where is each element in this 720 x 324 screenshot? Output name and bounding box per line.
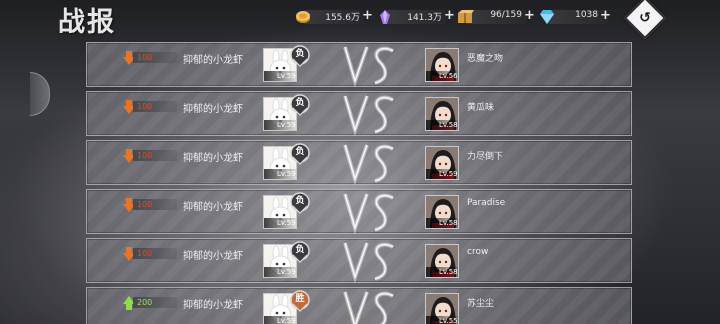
opponent-name: 黄瓜味: [467, 103, 495, 113]
opponent-name: 恶魔之吻: [467, 54, 504, 64]
opponent-avatar[interactable]: Lv.55: [425, 293, 459, 324]
result-badge: 负: [289, 45, 311, 67]
opponent-level: Lv.56: [426, 71, 458, 81]
crystal-value: 141.3万: [407, 13, 442, 23]
player-level: Lv.59: [264, 316, 296, 324]
stamina-value: 96/159: [490, 10, 522, 20]
rank-delta-value: 100: [137, 53, 153, 62]
player-level: Lv.59: [264, 169, 296, 179]
battle-row[interactable]: 100 抑郁的小龙虾 Lv.59 负 Lv.59 力尽倒下: [86, 140, 632, 186]
opponent-avatar[interactable]: Lv.59: [425, 146, 459, 180]
return-button[interactable]: ↺: [623, 0, 667, 40]
opponent-level: Lv.59: [426, 169, 458, 179]
battle-row[interactable]: 100 抑郁的小龙虾 Lv.59 负 Lv.58 黄瓜味: [86, 91, 632, 137]
opponent-level: Lv.55: [426, 316, 458, 324]
player-level: Lv.59: [264, 71, 296, 81]
result-text: 胜: [295, 294, 305, 304]
opponent-avatar[interactable]: Lv.58: [425, 244, 459, 278]
gold-resource[interactable]: 155.6万 +: [294, 8, 374, 26]
blue-diamond-icon: [538, 8, 556, 26]
vs-emblem-icon: [343, 144, 395, 186]
crystal-resource[interactable]: 141.3万 +: [376, 8, 456, 26]
opponent-level: Lv.58: [426, 267, 458, 277]
opponent-name: 苏尘尘: [467, 299, 495, 309]
player-name: 抑郁的小龙虾: [183, 55, 243, 66]
battle-row[interactable]: 100 抑郁的小龙虾 Lv.59 负 Lv.58 crow: [86, 238, 632, 284]
opponent-level: Lv.58: [426, 218, 458, 228]
vs-emblem-icon: [343, 46, 395, 88]
player-name: 抑郁的小龙虾: [183, 300, 243, 311]
purple-crystal-icon: [376, 8, 394, 26]
result-badge: 胜: [289, 290, 311, 312]
battle-row[interactable]: 100 抑郁的小龙虾 Lv.59 负 Lv.58 Paradise: [86, 189, 632, 235]
player-level: Lv.59: [264, 267, 296, 277]
diamond-resource[interactable]: 1038 +: [538, 8, 618, 26]
page-title: 战报: [58, 7, 116, 38]
rank-delta-value: 100: [137, 200, 153, 209]
add-diamond-button[interactable]: +: [600, 8, 611, 23]
result-badge: 负: [289, 192, 311, 214]
result-badge: 负: [289, 143, 311, 165]
battle-row[interactable]: 100 抑郁的小龙虾 Lv.59 负 Lv.56 恶魔之吻: [86, 42, 632, 88]
player-name: 抑郁的小龙虾: [183, 202, 243, 213]
opponent-name: crow: [467, 247, 489, 257]
side-drawer-tab[interactable]: [30, 72, 50, 116]
gold-coin-icon: [294, 8, 312, 26]
vs-emblem-icon: [343, 291, 395, 324]
player-name: 抑郁的小龙虾: [183, 104, 243, 115]
opponent-avatar[interactable]: Lv.56: [425, 48, 459, 82]
diamond-value: 1038: [575, 10, 598, 20]
opponent-avatar[interactable]: Lv.58: [425, 195, 459, 229]
opponent-name: Paradise: [467, 198, 506, 208]
gold-value: 155.6万: [325, 13, 360, 23]
vs-emblem-icon: [343, 95, 395, 137]
opponent-avatar[interactable]: Lv.58: [425, 97, 459, 131]
rank-delta-value: 100: [137, 102, 153, 111]
top-bar: 战报 155.6万 + 141.3万 + 96/159 + 1038 + ↺: [0, 0, 720, 40]
rank-delta-value: 100: [137, 151, 153, 160]
player-level: Lv.59: [264, 218, 296, 228]
result-text: 负: [295, 245, 305, 255]
return-arrow-icon: ↺: [639, 10, 651, 26]
crate-icon: [456, 8, 474, 26]
opponent-level: Lv.58: [426, 120, 458, 130]
vs-emblem-icon: [343, 242, 395, 284]
result-text: 负: [295, 147, 305, 157]
result-text: 负: [295, 98, 305, 108]
battle-row[interactable]: 200 抑郁的小龙虾 Lv.59 胜 Lv.55 苏尘尘: [86, 287, 632, 324]
add-stamina-button[interactable]: +: [524, 8, 535, 23]
opponent-name: 力尽倒下: [467, 152, 504, 162]
add-gold-button[interactable]: +: [362, 8, 373, 23]
result-text: 负: [295, 196, 305, 206]
player-name: 抑郁的小龙虾: [183, 251, 243, 262]
result-badge: 负: [289, 94, 311, 116]
result-badge: 负: [289, 241, 311, 263]
vs-emblem-icon: [343, 193, 395, 235]
result-text: 负: [295, 49, 305, 59]
rank-delta-value: 100: [137, 249, 153, 258]
add-crystal-button[interactable]: +: [444, 8, 455, 23]
rank-delta-value: 200: [137, 298, 153, 307]
player-level: Lv.59: [264, 120, 296, 130]
player-name: 抑郁的小龙虾: [183, 153, 243, 164]
stamina-resource[interactable]: 96/159 +: [456, 8, 536, 26]
